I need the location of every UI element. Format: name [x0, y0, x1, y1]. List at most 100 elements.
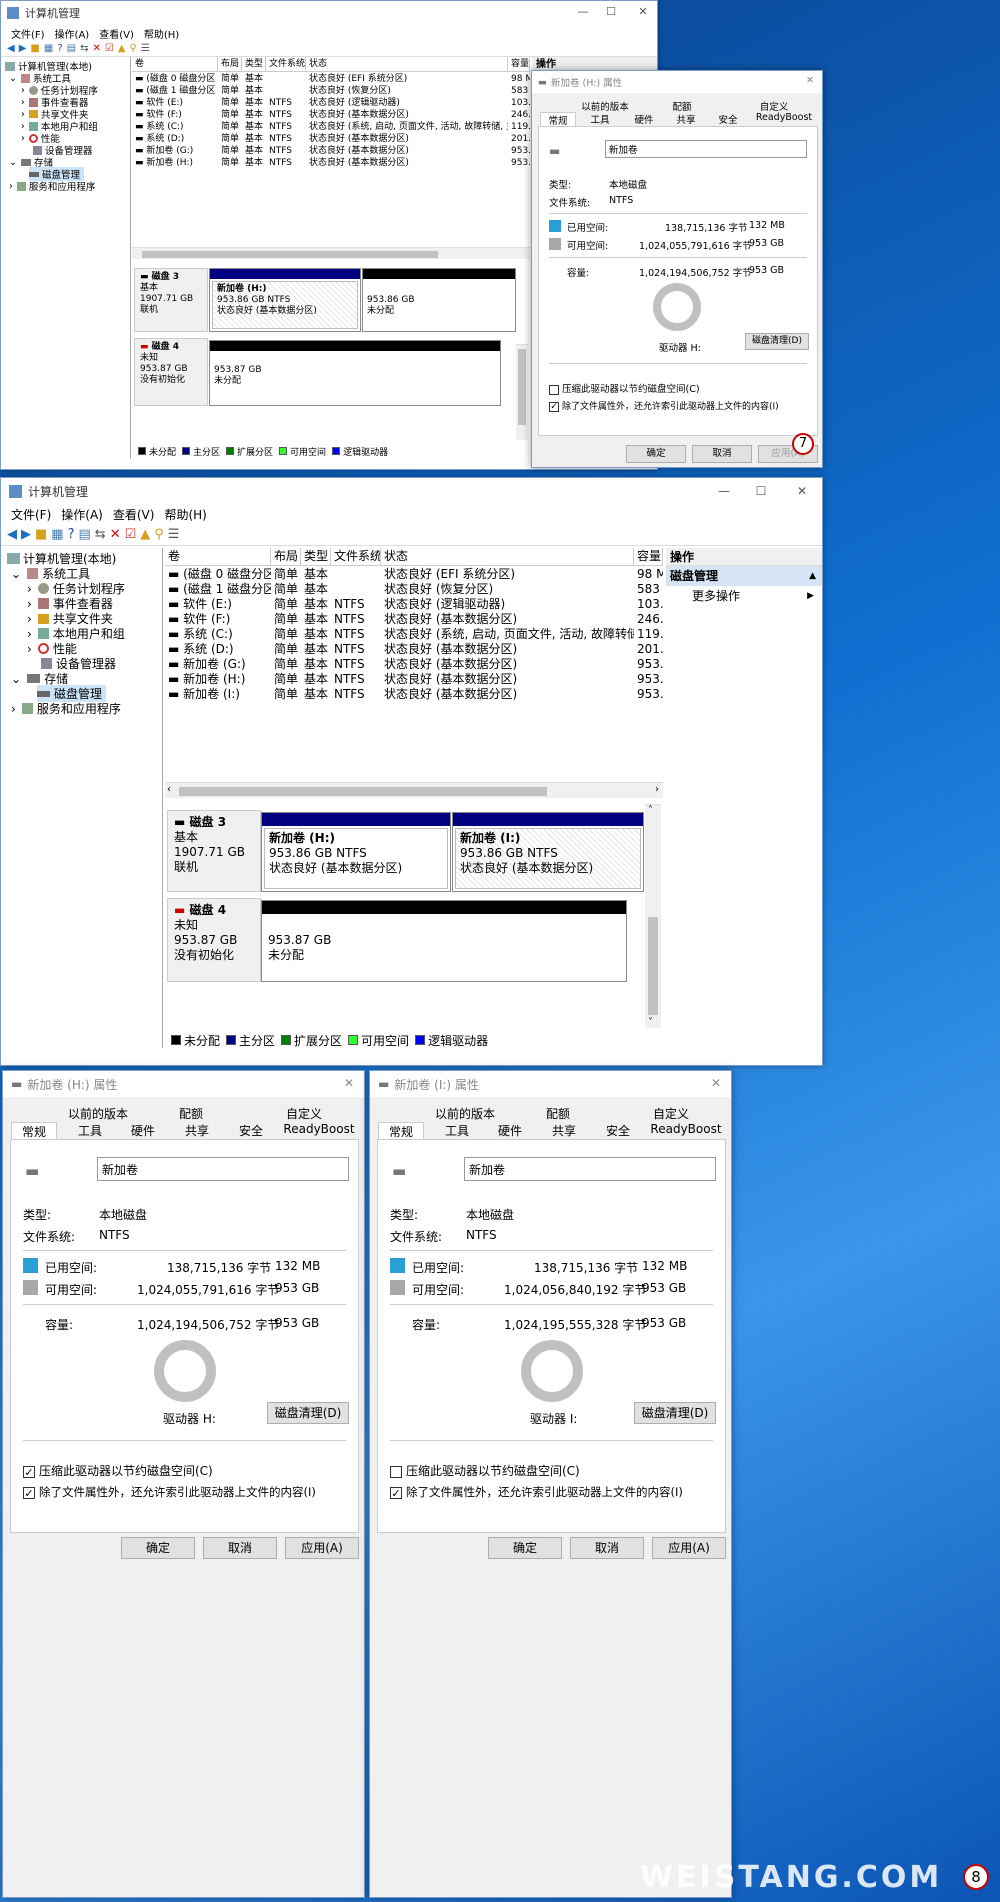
tab-tools[interactable]: 工具: [432, 1122, 482, 1139]
chevron-right-icon[interactable]: ›: [27, 642, 32, 656]
chevron-right-icon[interactable]: ▶: [807, 586, 814, 606]
scroll-up-icon[interactable]: ˄: [648, 805, 653, 816]
tab-customize[interactable]: 自定义: [265, 1105, 343, 1122]
tab-readyboost[interactable]: ReadyBoost: [752, 112, 816, 123]
compress-checkbox-row[interactable]: 压缩此驱动器以节约磁盘空间(C): [549, 381, 700, 395]
tab-sharing[interactable]: 共享: [538, 1122, 590, 1139]
col-layout[interactable]: 布局: [271, 548, 301, 565]
cancel-button[interactable]: 取消: [570, 1537, 644, 1559]
tab-customize[interactable]: 自定义: [742, 99, 806, 113]
disk4-label[interactable]: ▬ 磁盘 4 未知 953.87 GB 没有初始化: [167, 898, 261, 982]
index-checkbox-row[interactable]: ✓ 除了文件属性外，还允许索引此驱动器上文件的内容(I): [390, 1484, 683, 1500]
scroll-right-icon[interactable]: ›: [655, 784, 659, 795]
tab-tools[interactable]: 工具: [65, 1122, 115, 1139]
tab-sharing[interactable]: 共享: [666, 112, 706, 126]
tab-previous-versions[interactable]: 以前的版本: [560, 99, 650, 113]
tab-hardware[interactable]: 硬件: [117, 1122, 169, 1139]
back-arrow-icon[interactable]: ◀: [7, 43, 15, 54]
col-status[interactable]: 状态: [381, 548, 634, 565]
tab-security[interactable]: 安全: [225, 1122, 277, 1139]
show-hide-tree-icon[interactable]: ▦: [51, 527, 63, 542]
col-filesystem[interactable]: 文件系统: [331, 548, 381, 565]
tab-readyboost[interactable]: ReadyBoost: [646, 1122, 726, 1136]
tab-quota[interactable]: 配额: [520, 1105, 596, 1122]
index-checkbox[interactable]: ✓: [23, 1486, 35, 1499]
collapse-icon[interactable]: ▲: [809, 566, 816, 586]
chevron-right-icon[interactable]: ›: [27, 627, 32, 641]
connect-icon[interactable]: ⇆: [80, 43, 88, 54]
chevron-right-icon[interactable]: ›: [21, 109, 25, 120]
table-row[interactable]: ▬ 系统 (C:) 简单 基本 NTFS 状态良好 (系统, 启动, 页面文件, 活动,…: [132, 121, 530, 133]
tab-previous-versions[interactable]: 以前的版本: [43, 1105, 153, 1122]
menu-view[interactable]: 查看(V): [99, 26, 134, 41]
tab-security[interactable]: 安全: [708, 112, 748, 126]
chevron-right-icon[interactable]: ›: [21, 121, 25, 132]
menu-view[interactable]: 查看(V): [113, 506, 155, 523]
close-button[interactable]: ✕: [631, 1, 655, 23]
col-capacity[interactable]: 容量: [508, 57, 530, 71]
ok-button[interactable]: 确定: [488, 1537, 562, 1559]
col-type[interactable]: 类型: [301, 548, 331, 565]
table-row[interactable]: ▬ 软件 (F:) 简单 基本 NTFS 状态良好 (基本数据分区) 246.: [132, 109, 530, 121]
check-icon[interactable]: ☑: [125, 527, 137, 542]
unallocated-a[interactable]: 953.86 GB 未分配: [362, 268, 516, 332]
delete-icon[interactable]: ✕: [92, 43, 100, 54]
table-row[interactable]: ▬ 软件 (E:) 简单 基本 NTFS 状态良好 (逻辑驱动器) 103.: [165, 597, 663, 612]
col-volume[interactable]: 卷: [132, 57, 218, 71]
table-row[interactable]: ▬ 系统 (C:) 简单 基本 NTFS 状态良好 (系统, 启动, 页面文件, 活动,…: [165, 627, 663, 642]
tab-sharing[interactable]: 共享: [171, 1122, 223, 1139]
close-icon[interactable]: ✕: [711, 1076, 721, 1090]
table-row[interactable]: ▬ 软件 (E:) 简单 基本 NTFS 状态良好 (逻辑驱动器) 103.: [132, 97, 530, 109]
tab-general[interactable]: 常规: [540, 112, 576, 127]
close-icon[interactable]: ✕: [806, 75, 814, 86]
partition-h[interactable]: 新加卷 (H:) 953.86 GB NTFS 状态良好 (基本数据分区): [209, 268, 361, 332]
table-row[interactable]: ▬ 新加卷 (I:) 简单 基本 NTFS 状态良好 (基本数据分区) 953.: [165, 687, 663, 702]
connect-icon[interactable]: ⇆: [95, 527, 106, 542]
up-folder-icon[interactable]: ■: [30, 43, 39, 54]
index-checkbox-row[interactable]: ✓ 除了文件属性外，还允许索引此驱动器上文件的内容(I): [23, 1484, 316, 1500]
up-folder-icon[interactable]: ■: [35, 527, 47, 542]
table-row[interactable]: ▬ 新加卷 (H:) 简单 基本 NTFS 状态良好 (基本数据分区) 953.: [132, 157, 530, 169]
tab-hardware[interactable]: 硬件: [624, 112, 664, 126]
table-row[interactable]: ▬ 软件 (F:) 简单 基本 NTFS 状态良好 (基本数据分区) 246.: [165, 612, 663, 627]
disk4-label[interactable]: ▬ 磁盘 4 未知 953.87 GB 没有初始化: [134, 338, 208, 406]
table-row[interactable]: ▬ (磁盘 1 磁盘分区 2)简单基本 状态良好 (恢复分区) 583: [132, 85, 530, 97]
delete-icon[interactable]: ✕: [110, 527, 121, 542]
cancel-button[interactable]: 取消: [692, 445, 752, 463]
list-view-icon[interactable]: ☰: [168, 527, 180, 542]
table-row[interactable]: ▬ 新加卷 (G:) 简单 基本 NTFS 状态良好 (基本数据分区) 953.: [132, 145, 530, 157]
tab-quota[interactable]: 配额: [153, 1105, 229, 1122]
close-button[interactable]: ✕: [787, 478, 817, 504]
tab-previous-versions[interactable]: 以前的版本: [410, 1105, 520, 1122]
forward-arrow-icon[interactable]: ▶: [19, 43, 27, 54]
table-row[interactable]: ▬ (磁盘 0 磁盘分区 1)简单基本 状态良好 (EFI 系统分区) 98 M: [132, 73, 530, 85]
ok-button[interactable]: 确定: [121, 1537, 195, 1559]
compress-checkbox-row[interactable]: 压缩此驱动器以节约磁盘空间(C): [390, 1462, 580, 1479]
table-row[interactable]: ▬ 新加卷 (G:) 简单 基本 NTFS 状态良好 (基本数据分区) 953.: [165, 657, 663, 672]
compress-checkbox-row[interactable]: ✓ 压缩此驱动器以节约磁盘空间(C): [23, 1462, 213, 1479]
apply-button[interactable]: 应用(A): [652, 1537, 726, 1559]
help-icon[interactable]: ?: [57, 43, 62, 54]
col-filesystem[interactable]: 文件系统: [266, 57, 306, 71]
compress-checkbox[interactable]: ✓: [23, 1465, 35, 1478]
tab-readyboost[interactable]: ReadyBoost: [279, 1122, 359, 1136]
chevron-right-icon[interactable]: ›: [27, 612, 32, 626]
table-row[interactable]: ▬ 系统 (D:) 简单 基本 NTFS 状态良好 (基本数据分区) 201.: [165, 642, 663, 657]
table-row[interactable]: ▬ 系统 (D:) 简单 基本 NTFS 状态良好 (基本数据分区) 201.: [132, 133, 530, 145]
actions-more[interactable]: 更多操作 ▶: [666, 586, 822, 606]
search-folder-icon[interactable]: ⚲: [154, 527, 164, 542]
col-volume[interactable]: 卷: [165, 548, 271, 565]
search-folder-icon[interactable]: ⚲: [130, 43, 137, 54]
disk3-label[interactable]: ▬ 磁盘 3 基本 1907.71 GB 联机: [167, 810, 261, 892]
partition-i[interactable]: 新加卷 (I:) 953.86 GB NTFS 状态良好 (基本数据分区): [452, 812, 644, 892]
chevron-right-icon[interactable]: ›: [9, 181, 13, 192]
horizontal-scrollbar[interactable]: ‹ ›: [165, 782, 663, 798]
maximize-button[interactable]: ☐: [746, 478, 776, 504]
col-type[interactable]: 类型: [242, 57, 266, 71]
forward-arrow-icon[interactable]: ▶: [21, 527, 31, 542]
new-folder-icon[interactable]: ▲: [118, 43, 126, 54]
table-row[interactable]: ▬ (磁盘 0 磁盘分区 1)简单基本 状态良好 (EFI 系统分区) 98 M: [165, 567, 663, 582]
table-row[interactable]: ▬ (磁盘 1 磁盘分区 2)简单基本 状态良好 (恢复分区) 583: [165, 582, 663, 597]
chevron-right-icon[interactable]: ›: [21, 133, 25, 144]
chevron-right-icon[interactable]: ›: [21, 85, 25, 96]
